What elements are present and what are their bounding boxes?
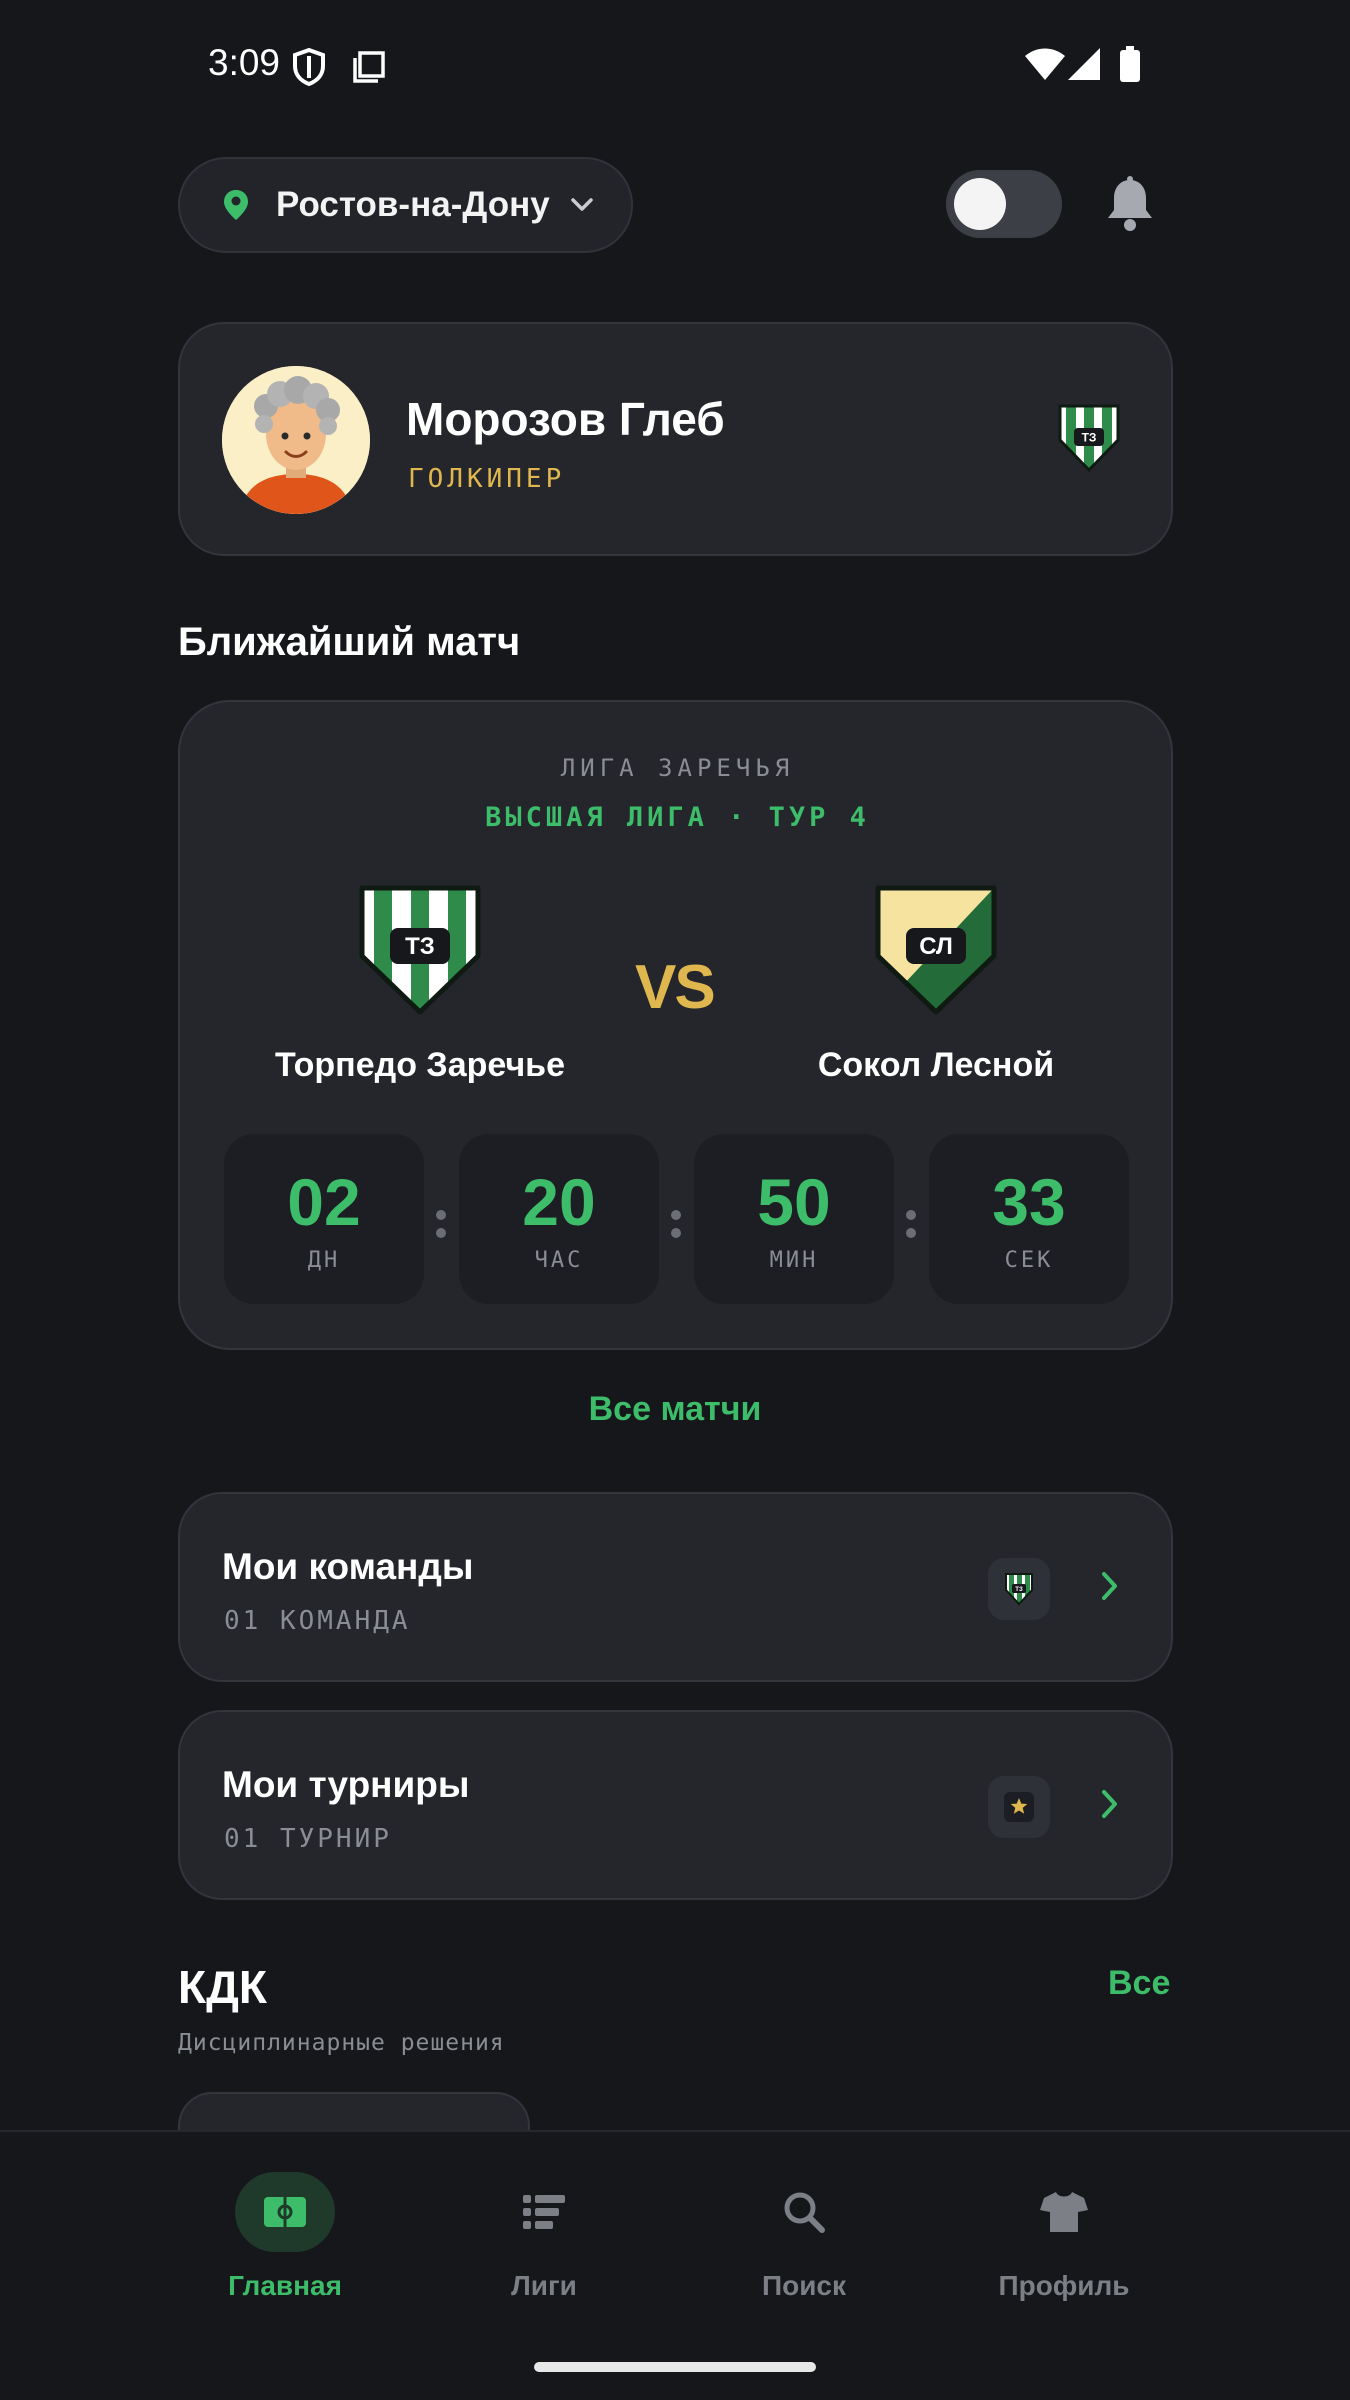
city-label: Ростов-на-Дону bbox=[276, 185, 550, 224]
tournament-icon bbox=[988, 1776, 1050, 1838]
countdown-value: 20 bbox=[522, 1165, 596, 1239]
nav-label: Лиги bbox=[511, 2270, 577, 2301]
chevron-right-icon bbox=[1100, 1570, 1120, 1607]
versus-label: VS bbox=[635, 953, 716, 1022]
home-team-name: Торпедо Заречье bbox=[275, 1046, 565, 1084]
countdown-value: 33 bbox=[992, 1165, 1066, 1239]
my-teams-card[interactable]: Мои команды 01 КОМАНДА ТЗ bbox=[178, 1492, 1173, 1682]
home-team[interactable]: ТЗ Торпедо Заречье bbox=[250, 882, 590, 1085]
countdown-days: 02 ДН bbox=[224, 1134, 424, 1304]
team-crest-icon: ТЗ bbox=[1056, 402, 1122, 479]
countdown-separator bbox=[436, 1210, 446, 1246]
kdk-subtitle: Дисциплинарные решения bbox=[178, 2030, 505, 2056]
section-title-next-match: Ближайший матч bbox=[178, 620, 521, 664]
avatar bbox=[222, 366, 370, 514]
countdown-hours: 20 ЧАС bbox=[459, 1134, 659, 1304]
chevron-down-icon bbox=[570, 197, 594, 213]
battery-icon bbox=[1120, 46, 1140, 87]
theme-toggle[interactable] bbox=[946, 170, 1062, 238]
status-bar: 3:09 bbox=[0, 0, 1350, 130]
countdown-separator bbox=[906, 1210, 916, 1246]
status-time: 3:09 bbox=[208, 42, 281, 83]
all-matches-link[interactable]: Все матчи bbox=[0, 1390, 1350, 1429]
profile-name: Морозов Глеб bbox=[406, 393, 725, 445]
league-name: ЛИГА ЗАРЕЧЬЯ bbox=[560, 754, 795, 782]
nav-label: Главная bbox=[228, 2270, 342, 2301]
nav-item-search[interactable]: Поиск bbox=[684, 2172, 924, 2302]
next-match-card[interactable]: ЛИГА ЗАРЕЧЬЯ ВЫСШАЯ ЛИГА · ТУР 4 ТЗ Торп… bbox=[178, 700, 1173, 1350]
location-pin-icon bbox=[224, 190, 248, 220]
countdown-separator bbox=[671, 1210, 681, 1246]
svg-text:СЛ: СЛ bbox=[919, 933, 953, 960]
svg-text:ТЗ: ТЗ bbox=[1015, 1587, 1023, 1593]
countdown-value: 50 bbox=[757, 1165, 831, 1239]
pitch-icon bbox=[235, 2172, 335, 2252]
bell-icon[interactable] bbox=[1104, 176, 1156, 237]
profile-card[interactable]: Морозов Глеб ГОЛКИПЕР ТЗ bbox=[178, 322, 1173, 556]
countdown-value: 02 bbox=[287, 1165, 361, 1239]
away-team-name: Сокол Лесной bbox=[817, 1046, 1055, 1084]
countdown-unit: ДН bbox=[307, 1248, 341, 1273]
search-icon bbox=[684, 2172, 924, 2252]
away-team-crest-icon: СЛ bbox=[766, 882, 1106, 1018]
nav-item-home[interactable]: Главная bbox=[165, 2172, 405, 2302]
away-team[interactable]: СЛ Сокол Лесной bbox=[766, 882, 1106, 1085]
kdk-all-link[interactable]: Все bbox=[1108, 1964, 1170, 2003]
list-icon bbox=[424, 2172, 664, 2252]
kdk-title: КДК bbox=[178, 1961, 267, 2013]
shirt-icon bbox=[944, 2172, 1184, 2252]
my-teams-count: 01 КОМАНДА bbox=[224, 1606, 411, 1636]
svg-text:ТЗ: ТЗ bbox=[405, 933, 435, 960]
chevron-right-icon bbox=[1100, 1788, 1120, 1825]
notes-icon bbox=[352, 50, 386, 89]
home-indicator[interactable] bbox=[534, 2362, 816, 2372]
team-crest-icon: ТЗ bbox=[988, 1558, 1050, 1620]
nav-item-leagues[interactable]: Лиги bbox=[424, 2172, 664, 2302]
profile-role: ГОЛКИПЕР bbox=[408, 464, 566, 494]
round-info: ВЫСШАЯ ЛИГА · ТУР 4 bbox=[485, 802, 870, 833]
countdown-unit: ЧАС bbox=[534, 1248, 584, 1273]
my-tournaments-count: 01 ТУРНИР bbox=[224, 1824, 392, 1854]
countdown-minutes: 50 МИН bbox=[694, 1134, 894, 1304]
shield-icon bbox=[292, 47, 326, 91]
countdown-seconds: 33 СЕК bbox=[929, 1134, 1129, 1304]
toggle-knob bbox=[954, 178, 1006, 230]
bottom-navigation: Главная Лиги Поиск Профиль bbox=[0, 2130, 1350, 2400]
my-teams-title: Мои команды bbox=[222, 1546, 474, 1587]
countdown-unit: МИН bbox=[769, 1248, 819, 1273]
home-team-crest-icon: ТЗ bbox=[250, 882, 590, 1018]
nav-item-profile[interactable]: Профиль bbox=[944, 2172, 1184, 2302]
city-selector[interactable]: Ростов-на-Дону bbox=[178, 157, 633, 253]
wifi-icon bbox=[1025, 48, 1065, 85]
signal-icon bbox=[1068, 48, 1100, 85]
svg-text:ТЗ: ТЗ bbox=[1082, 431, 1097, 445]
my-tournaments-card[interactable]: Мои турниры 01 ТУРНИР bbox=[178, 1710, 1173, 1900]
match-countdown: 02 ДН 20 ЧАС 50 МИН 33 СЕК bbox=[224, 1134, 1134, 1304]
nav-label: Профиль bbox=[998, 2270, 1130, 2301]
my-tournaments-title: Мои турниры bbox=[222, 1764, 470, 1805]
nav-label: Поиск bbox=[761, 2270, 847, 2301]
countdown-unit: СЕК bbox=[1004, 1248, 1054, 1273]
